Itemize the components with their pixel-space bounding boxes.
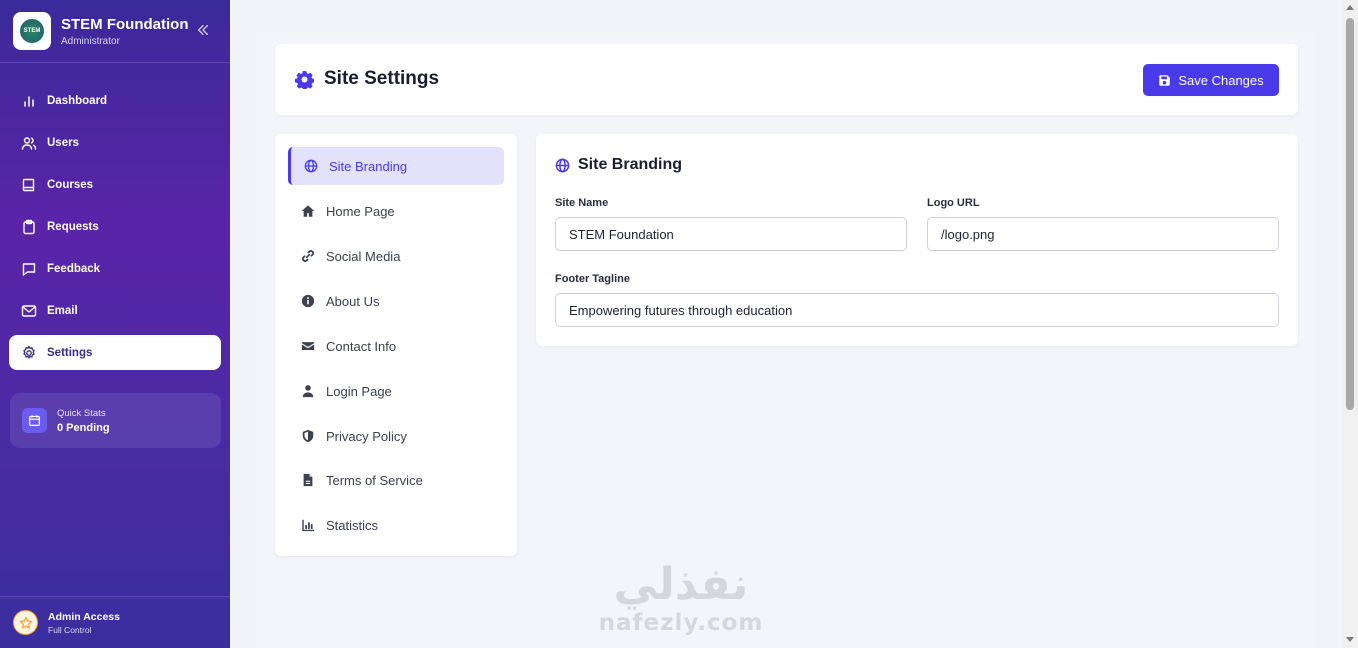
gear-icon (295, 70, 314, 89)
save-button-label: Save Changes (1178, 72, 1264, 88)
brand-logo[interactable]: STEM (13, 12, 51, 50)
settings-tab-label: Login Page (326, 383, 392, 399)
scroll-up-arrow-icon[interactable] (1346, 5, 1354, 10)
settings-tab-login-page[interactable]: Login Page (288, 372, 504, 410)
watermark: نفذلي nafezly.com (596, 559, 766, 637)
settings-tab-statistics[interactable]: Statistics (288, 506, 504, 544)
sidebar-item-label: Feedback (47, 262, 101, 275)
settings-tab-privacy-policy[interactable]: Privacy Policy (288, 417, 504, 455)
logo-url-label: Logo URL (927, 197, 980, 209)
sidebar: STEM STEM Foundation Administrator Dashb… (0, 0, 230, 648)
settings-tab-label: About Us (326, 293, 380, 309)
site-name-label: Site Name (555, 197, 609, 209)
sidebar-item-settings[interactable]: Settings (9, 335, 221, 370)
sidebar-item-feedback[interactable]: Feedback (9, 251, 221, 286)
globe-icon (555, 158, 570, 172)
site-branding-panel: Site Branding Site Name Logo URL Footer … (536, 134, 1298, 346)
user-role: Administrator (61, 35, 120, 47)
sidebar-item-users[interactable]: Users (9, 125, 221, 160)
settings-tab-label: Social Media (326, 248, 401, 264)
sidebar-item-label: Email (47, 304, 78, 317)
settings-tab-label: Privacy Policy (326, 428, 407, 444)
gear-icon (23, 345, 35, 359)
settings-tab-label: Terms of Service (326, 472, 423, 488)
floppy-disk-icon (1159, 74, 1171, 86)
app-name: STEM Foundation (61, 15, 189, 33)
home-icon (301, 205, 315, 217)
document-icon (303, 473, 313, 487)
sidebar-item-email[interactable]: Email (9, 293, 221, 328)
page-title: Site Settings (295, 68, 439, 90)
logo-url-field[interactable] (927, 217, 1279, 251)
link-icon (302, 250, 314, 262)
globe-icon (304, 159, 318, 173)
message-icon (22, 262, 36, 276)
sidebar-item-dashboard[interactable]: Dashboard (9, 83, 221, 118)
scroll-down-arrow-icon[interactable] (1346, 637, 1354, 642)
quick-stats-text: Quick Stats 0 Pending (57, 408, 110, 434)
section-title: Site Branding (555, 156, 682, 174)
info-icon (301, 294, 315, 308)
shield-icon (302, 429, 314, 443)
collapse-sidebar-icon[interactable] (196, 23, 210, 37)
settings-tab-site-branding[interactable]: Site Branding (288, 147, 504, 185)
footer-tagline-label: Footer Tagline (555, 273, 630, 285)
sidebar-item-label: Settings (47, 346, 93, 359)
book-icon (22, 178, 35, 191)
mail-icon (21, 304, 37, 317)
envelope-icon (301, 342, 315, 350)
logo-emblem: STEM (20, 19, 44, 43)
admin-title: Admin Access (48, 610, 120, 623)
chart-bars-icon (24, 95, 34, 107)
bar-chart-icon (302, 519, 315, 532)
admin-subtitle: Full Control (48, 624, 92, 635)
scrollbar-thumb[interactable] (1346, 18, 1354, 410)
admin-access: Admin Access Full Control (0, 596, 230, 648)
watermark-arabic: نفذلي (613, 559, 749, 610)
settings-tab-contact-info[interactable]: Contact Info (288, 327, 504, 365)
page-header: Site Settings Save Changes (275, 44, 1298, 115)
brand-text: STEM Foundation Administrator (61, 16, 188, 47)
save-button[interactable]: Save Changes (1143, 64, 1279, 96)
settings-tab-home-page[interactable]: Home Page (288, 192, 504, 230)
sidebar-item-label: Dashboard (47, 94, 108, 107)
calendar-icon (22, 408, 47, 433)
section-title-text: Site Branding (578, 156, 683, 173)
settings-nav: Site Branding Home Page Social Media Abo… (275, 134, 517, 556)
settings-tab-social-media[interactable]: Social Media (288, 237, 504, 275)
settings-tab-label: Statistics (326, 517, 379, 533)
watermark-latin: nafezly.com (598, 610, 764, 636)
quick-stats-label: Quick Stats (57, 407, 106, 419)
sidebar-item-courses[interactable]: Courses (9, 167, 221, 202)
sidebar-item-label: Requests (47, 220, 99, 233)
star-icon (13, 610, 38, 635)
settings-tab-label: Home Page (326, 203, 395, 219)
sidebar-nav: Dashboard Users Courses Requests Feedbac… (0, 83, 230, 370)
settings-tab-terms-of-service[interactable]: Terms of Service (288, 461, 504, 499)
settings-tab-about-us[interactable]: About Us (288, 282, 504, 320)
settings-tab-label: Contact Info (326, 338, 397, 354)
sidebar-item-requests[interactable]: Requests (9, 209, 221, 244)
sidebar-item-label: Users (47, 136, 79, 149)
admin-text: Admin Access Full Control (48, 611, 120, 635)
users-icon (21, 136, 37, 150)
user-icon (302, 385, 314, 398)
brand-header: STEM STEM Foundation Administrator (0, 0, 230, 63)
sidebar-item-label: Courses (47, 178, 94, 191)
settings-tab-label: Site Branding (329, 158, 408, 174)
clipboard-icon (23, 219, 35, 234)
page-title-text: Site Settings (324, 68, 440, 89)
quick-stats-value: 0 Pending (57, 421, 110, 434)
quick-stats-card: Quick Stats 0 Pending (10, 393, 221, 448)
footer-tagline-field[interactable] (555, 293, 1279, 327)
page-scrollbar[interactable] (1342, 0, 1358, 648)
site-name-field[interactable] (555, 217, 907, 251)
